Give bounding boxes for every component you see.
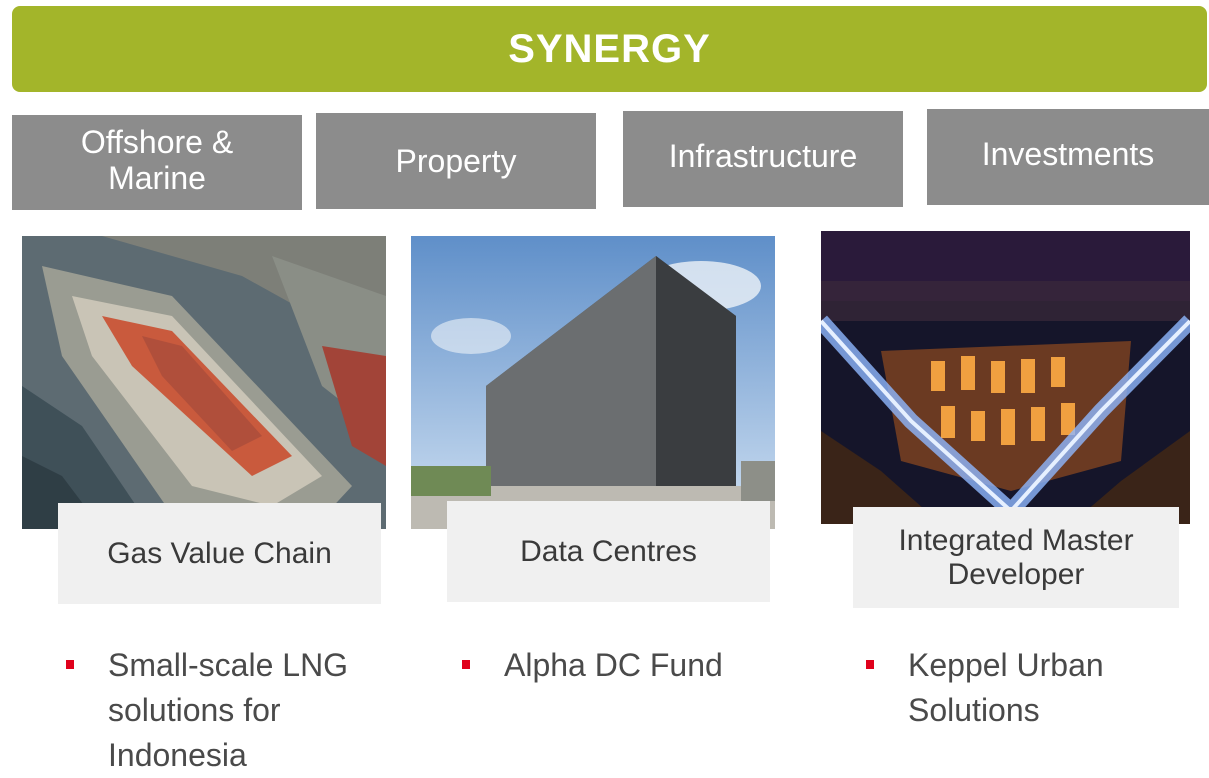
bullet-marker [66, 660, 74, 669]
segment-offshore-marine: Offshore & Marine [12, 115, 302, 210]
city-night-photo [821, 231, 1190, 524]
segment-investments: Investments [927, 109, 1209, 205]
segment-label: Infrastructure [668, 138, 858, 174]
caption-text: Gas Value Chain [107, 536, 332, 570]
caption-gas-value-chain: Gas Value Chain [58, 503, 381, 604]
lng-vessel-photo [22, 236, 386, 529]
bullet-item: Small-scale LNG solutions for Indonesia [66, 643, 406, 773]
bullet-text: Small-scale LNG solutions for Indonesia [108, 647, 349, 773]
bullet-text: Alpha DC Fund [504, 647, 723, 683]
caption-text: Data Centres [520, 534, 697, 568]
bullet-item: Keppel Urban Solutions [866, 643, 1196, 743]
caption-integrated-master-developer: Integrated Master Developer [853, 507, 1179, 608]
banner-title: SYNERGY [508, 26, 711, 71]
synergy-banner: SYNERGY [12, 6, 1207, 92]
bullet-marker [462, 660, 470, 669]
bullet-marker [866, 660, 874, 669]
bullet-item: Alpha DC Fund [462, 643, 782, 693]
segment-infrastructure: Infrastructure [623, 111, 903, 207]
data-centre-photo [411, 236, 775, 529]
segment-label: Property [395, 143, 517, 179]
segment-label: Investments [981, 136, 1155, 172]
caption-data-centres: Data Centres [447, 501, 770, 602]
segment-property: Property [316, 113, 596, 209]
caption-text: Integrated Master Developer [898, 523, 1134, 591]
segment-label: Offshore & Marine [80, 123, 234, 196]
bullet-text: Keppel Urban Solutions [908, 647, 1104, 728]
